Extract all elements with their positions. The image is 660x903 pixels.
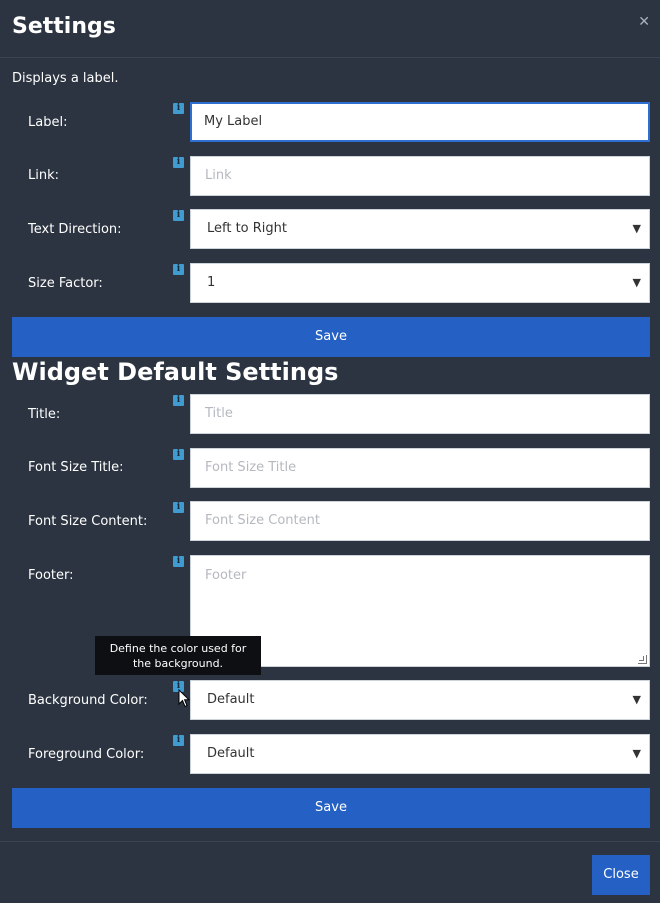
font-size-title-input[interactable]: Font Size Title [190, 448, 650, 488]
background-color-value: Default [207, 692, 255, 707]
font-size-content-label: Font Size Content: [28, 514, 148, 529]
info-icon[interactable]: i [173, 735, 184, 746]
background-color-label: Background Color: [28, 693, 148, 708]
info-icon[interactable]: i [173, 264, 184, 275]
section-title: Widget Default Settings [12, 358, 339, 386]
dialog-header: Settings ✕ [0, 0, 660, 58]
foreground-color-value: Default [207, 746, 255, 761]
link-input[interactable]: Link [190, 156, 650, 196]
chevron-down-icon: ▼ [632, 693, 641, 706]
chevron-down-icon: ▼ [632, 747, 641, 760]
title-input[interactable]: Title [190, 394, 650, 434]
chevron-down-icon: ▼ [632, 222, 641, 235]
info-icon[interactable]: i [173, 502, 184, 513]
size-factor-select[interactable]: 1 ▼ [190, 263, 650, 303]
widget-save-button[interactable]: Save [12, 788, 650, 828]
info-icon[interactable]: i [173, 210, 184, 221]
link-field-label: Link: [28, 168, 60, 183]
size-factor-label: Size Factor: [28, 276, 103, 291]
dialog-description: Displays a label. [12, 71, 119, 86]
size-factor-value: 1 [207, 275, 216, 290]
title-field-label: Title: [28, 407, 61, 422]
info-icon[interactable]: i [173, 449, 184, 460]
info-icon[interactable]: i [173, 103, 184, 114]
info-icon[interactable]: i [173, 395, 184, 406]
text-direction-label: Text Direction: [28, 222, 122, 237]
close-icon[interactable]: ✕ [638, 14, 650, 30]
resize-grip-icon[interactable] [638, 655, 647, 664]
info-icon[interactable]: i [173, 157, 184, 168]
footer-placeholder: Footer [205, 568, 247, 583]
footer-field-label: Footer: [28, 568, 74, 583]
tooltip: Define the color used for the background… [95, 636, 261, 675]
info-icon[interactable]: i [173, 556, 184, 567]
text-direction-value: Left to Right [207, 221, 288, 236]
font-size-content-input[interactable]: Font Size Content [190, 501, 650, 541]
label-field-label: Label: [28, 115, 68, 130]
foreground-color-select[interactable]: Default ▼ [190, 734, 650, 774]
save-button[interactable]: Save [12, 317, 650, 357]
text-direction-select[interactable]: Left to Right ▼ [190, 209, 650, 249]
dialog-title: Settings [12, 14, 116, 39]
foreground-color-label: Foreground Color: [28, 747, 145, 762]
close-button[interactable]: Close [592, 855, 650, 895]
chevron-down-icon: ▼ [632, 276, 641, 289]
font-size-title-label: Font Size Title: [28, 460, 124, 475]
label-input[interactable]: My Label [190, 102, 650, 142]
background-color-select[interactable]: Default ▼ [190, 680, 650, 720]
footer-divider [0, 841, 660, 842]
mouse-cursor-icon [178, 689, 190, 708]
